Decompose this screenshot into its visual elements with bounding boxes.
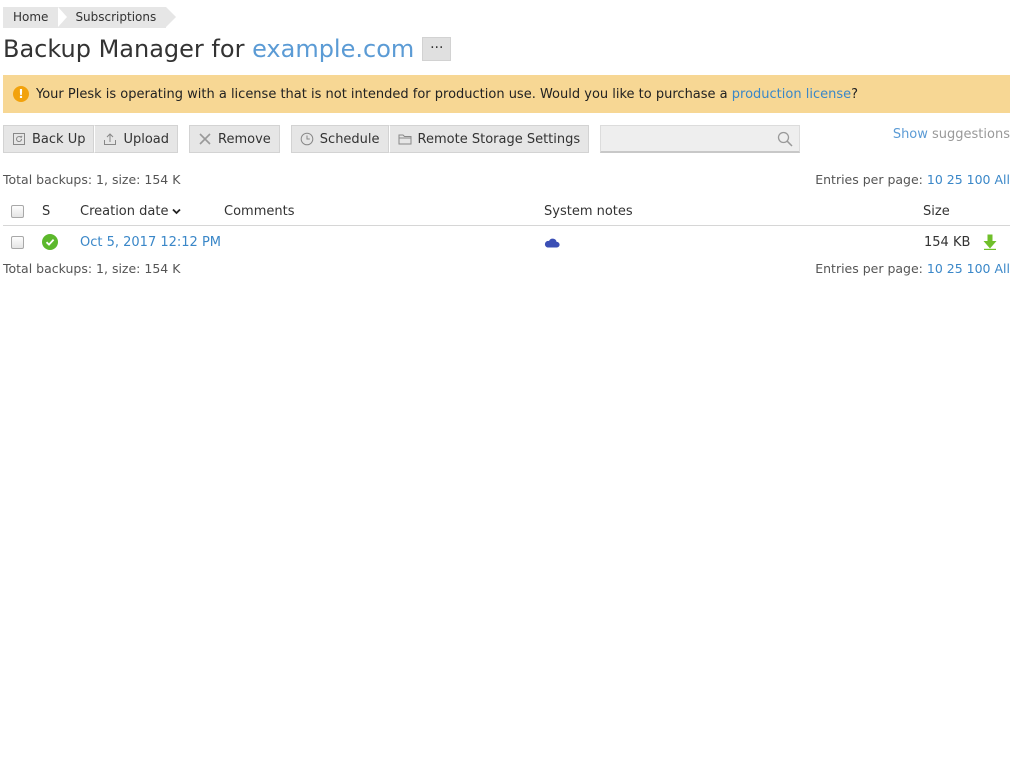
- pagination-top: Entries per page: 10 25 100 All: [815, 172, 1010, 187]
- breadcrumb-home[interactable]: Home: [3, 7, 69, 28]
- pagination-label: Entries per page:: [815, 172, 927, 187]
- per-page-all-bottom[interactable]: All: [995, 261, 1011, 276]
- column-system-notes[interactable]: System notes: [544, 198, 633, 225]
- row-checkbox[interactable]: [11, 235, 24, 249]
- back-up-button[interactable]: Back Up: [3, 125, 95, 153]
- license-warning-text: Your Plesk is operating with a license t…: [36, 87, 858, 102]
- back-up-icon: [13, 133, 25, 145]
- per-page-100-bottom[interactable]: 100: [967, 261, 991, 276]
- upload-button[interactable]: Upload: [94, 125, 179, 153]
- remove-label: Remove: [218, 131, 271, 147]
- show-suggestions: Show suggestions: [893, 127, 1010, 142]
- back-up-label: Back Up: [32, 131, 86, 147]
- cloud-icon: [544, 238, 560, 247]
- schedule-button[interactable]: Schedule: [290, 125, 389, 153]
- schedule-group: Schedule Remote Storage Settings: [290, 125, 590, 153]
- per-page-all[interactable]: All: [995, 172, 1011, 187]
- page-title-prefix: Backup Manager for: [3, 35, 253, 63]
- remote-storage-settings-label: Remote Storage Settings: [417, 131, 581, 147]
- clock-icon: [300, 132, 314, 146]
- schedule-label: Schedule: [319, 131, 380, 147]
- row-download-cell: [983, 229, 997, 255]
- page-title: Backup Manager for example.com: [3, 35, 414, 63]
- more-actions-button[interactable]: ···: [422, 37, 452, 61]
- per-page-10[interactable]: 10: [927, 172, 943, 187]
- search-icon[interactable]: [777, 131, 793, 147]
- pagination-label-bottom: Entries per page:: [815, 261, 927, 276]
- per-page-100[interactable]: 100: [967, 172, 991, 187]
- warning-icon: !: [13, 86, 29, 102]
- column-creation-date-label: Creation date: [80, 204, 169, 219]
- pagination-bottom: Entries per page: 10 25 100 All: [815, 261, 1010, 276]
- download-arrow-icon[interactable]: [983, 234, 997, 250]
- search-box: [600, 125, 801, 153]
- remove-button[interactable]: Remove: [189, 125, 280, 153]
- per-page-25[interactable]: 25: [947, 172, 963, 187]
- summary-top: Total backups: 1, size: 154 K: [3, 172, 181, 187]
- select-all-cell: [11, 198, 24, 225]
- show-suggestions-link[interactable]: Show: [893, 127, 928, 142]
- table-header: S Creation date Comments System notes Si…: [3, 198, 1010, 226]
- sort-descending-icon: [172, 208, 182, 215]
- remove-group: Remove: [189, 125, 280, 153]
- column-status[interactable]: S: [42, 198, 50, 225]
- backup-date-link[interactable]: Oct 5, 2017 12:12 PM: [80, 229, 221, 255]
- production-license-link[interactable]: production license: [732, 87, 851, 102]
- upload-label: Upload: [123, 131, 170, 147]
- breadcrumb: Home Subscriptions: [3, 7, 177, 29]
- table-row: Oct 5, 2017 12:12 PM 154 KB: [3, 229, 1010, 255]
- toolbar: Back Up Upload Remove Schedule Remote St…: [3, 125, 801, 153]
- breadcrumb-subscriptions[interactable]: Subscriptions: [58, 7, 177, 28]
- row-status-cell: [42, 229, 58, 255]
- backup-size: 154 KB: [924, 234, 971, 250]
- remove-icon: [199, 133, 211, 145]
- domain-link[interactable]: example.com: [252, 35, 414, 63]
- license-warning-banner: ! Your Plesk is operating with a license…: [3, 75, 1010, 113]
- column-comments[interactable]: Comments: [224, 198, 294, 225]
- search-input[interactable]: [601, 126, 779, 150]
- backup-group: Back Up Upload: [3, 125, 179, 153]
- folder-icon: [398, 134, 412, 145]
- title-row: Backup Manager for example.com ···: [3, 32, 452, 66]
- suggestions-text: suggestions: [927, 127, 1010, 142]
- summary-bottom: Total backups: 1, size: 154 K: [3, 261, 181, 276]
- column-creation-date[interactable]: Creation date: [80, 198, 182, 225]
- column-size[interactable]: Size: [923, 198, 950, 225]
- alert-suffix: ?: [851, 86, 859, 102]
- alert-text: Your Plesk is operating with a license t…: [36, 86, 732, 102]
- per-page-10-bottom[interactable]: 10: [927, 261, 943, 276]
- row-select-cell: [11, 229, 24, 255]
- per-page-25-bottom[interactable]: 25: [947, 261, 963, 276]
- select-all-checkbox[interactable]: [11, 205, 24, 218]
- success-check-icon: [42, 234, 58, 250]
- page: Home Subscriptions Backup Manager for ex…: [0, 0, 1024, 768]
- upload-icon: [104, 133, 117, 145]
- remote-storage-settings-button[interactable]: Remote Storage Settings: [388, 125, 590, 153]
- row-notes-cell: [544, 229, 560, 255]
